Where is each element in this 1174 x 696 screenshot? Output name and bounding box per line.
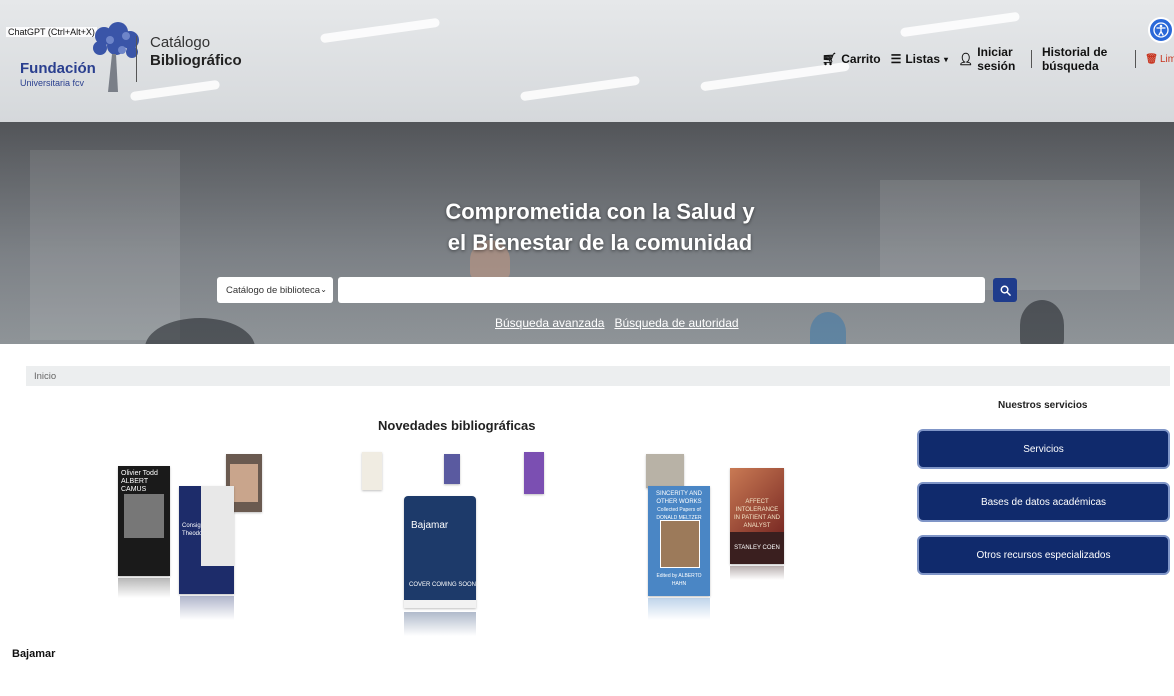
- lists-menu[interactable]: ☰ Listas ▾: [891, 52, 948, 66]
- caret-down-icon: ▾: [944, 54, 949, 64]
- search-bar: Catálogo de biblioteca ⌄: [217, 277, 1017, 303]
- logo-name: Fundación: [20, 60, 96, 77]
- search-button[interactable]: [993, 278, 1017, 302]
- services-heading: Nuestros servicios: [998, 400, 1088, 411]
- user-icon: 👤︎: [958, 52, 974, 66]
- services-button[interactable]: Servicios: [917, 429, 1170, 469]
- book-reflection: [118, 578, 170, 598]
- authority-search-link[interactable]: Búsqueda de autoridad: [614, 316, 738, 330]
- book-cover[interactable]: AFFECT INTOLERANCE IN PATIENT AND ANALYS…: [730, 468, 784, 564]
- search-input[interactable]: [338, 277, 985, 303]
- slogan-line-2: el Bienestar de la comunidad: [447, 230, 753, 255]
- book-reflection: [648, 598, 710, 620]
- lists-label: Listas: [905, 52, 941, 66]
- nav-divider: [1031, 50, 1032, 68]
- search-scope-select[interactable]: Catálogo de biblioteca ⌄: [217, 277, 333, 303]
- hero-person: [810, 312, 846, 344]
- book-cover-photo: [660, 520, 700, 568]
- hero-slogan: Comprometida con la Salud y el Bienestar…: [0, 196, 1174, 258]
- login-label: Iniciar sesión: [977, 45, 1016, 73]
- book-editor: Edited by ALBERTO HAHN: [656, 573, 702, 587]
- breadcrumb: Inicio: [26, 366, 1170, 386]
- book-cover[interactable]: [646, 454, 684, 488]
- advanced-search-link[interactable]: Búsqueda avanzada: [495, 316, 604, 330]
- search-history-link[interactable]: Historial de búsqueda: [1042, 45, 1125, 73]
- search-links: Búsqueda avanzada Búsqueda de autoridad: [495, 316, 739, 330]
- catalog-title-line2: Bibliográfico: [150, 52, 242, 69]
- top-navigation: 🛒︎ Carrito ☰ Listas ▾ 👤︎ Iniciar sesión …: [822, 45, 1174, 73]
- academic-databases-button[interactable]: Bases de datos académicas: [917, 482, 1170, 522]
- cart-link[interactable]: 🛒︎ Carrito: [822, 52, 881, 66]
- list-icon: ☰: [890, 52, 902, 66]
- new-titles-heading: Novedades bibliográficas: [378, 418, 536, 433]
- book-title: SINCERITY AND OTHER WORKS: [656, 491, 702, 505]
- cart-label: Carrito: [841, 52, 881, 66]
- logo-subtitle: Universitaria fcv: [20, 78, 85, 88]
- accessibility-button[interactable]: [1148, 17, 1174, 43]
- search-scope-value: Catálogo de biblioteca: [226, 284, 321, 296]
- book-cover[interactable]: [362, 452, 382, 490]
- book-title: Olivier Todd ALBERT CAMUS: [121, 470, 158, 493]
- breadcrumb-home-link[interactable]: Inicio: [34, 371, 56, 382]
- book-reflection: [404, 612, 476, 636]
- nav-divider: [1134, 50, 1136, 68]
- book-reflection: [730, 566, 784, 580]
- featured-book-title: Bajamar: [12, 648, 56, 660]
- hero-person: [1020, 300, 1064, 344]
- book-cover-bajamar[interactable]: Bajamar COVER COMING SOON: [404, 496, 476, 608]
- book-cover-photo: [124, 494, 164, 538]
- logo-divider: [136, 36, 137, 82]
- accessibility-icon: [1153, 22, 1169, 38]
- book-title: AFFECT INTOLERANCE IN PATIENT AND ANALYS…: [733, 499, 780, 529]
- hero-banner: ChatGPT (Ctrl+Alt+X) Fundación Universit…: [0, 0, 1174, 344]
- cover-coming-soon-label: COVER COMING SOON: [409, 582, 476, 588]
- book-cover-photo: [201, 486, 234, 566]
- book-cover[interactable]: [524, 452, 544, 494]
- search-icon: [1000, 285, 1011, 296]
- login-link[interactable]: 👤︎ Iniciar sesión: [958, 45, 1021, 73]
- clear-history-link[interactable]: 🗑︎ Limpiar: [1145, 54, 1174, 65]
- specialized-resources-button[interactable]: Otros recursos especializados: [917, 535, 1170, 575]
- slogan-line-1: Comprometida con la Salud y: [445, 199, 755, 224]
- book-cover[interactable]: Olivier Todd ALBERT CAMUS: [118, 466, 170, 576]
- book-cover[interactable]: [444, 454, 460, 484]
- book-cover[interactable]: SINCERITY AND OTHER WORKS Collected Pape…: [648, 486, 710, 596]
- book-reflection: [180, 596, 234, 620]
- book-title: Bajamar: [411, 520, 449, 531]
- catalog-title-line1: Catálogo: [150, 34, 211, 51]
- book-author: STANLEY COEN: [734, 545, 780, 551]
- book-cover-photo: [230, 464, 258, 502]
- book-cover[interactable]: Consignas Theodor Adorno: [179, 486, 234, 594]
- chevron-down-icon: ⌄: [320, 285, 327, 294]
- clear-label: Limpiar: [1160, 53, 1174, 65]
- history-label: Historial de búsqueda: [1041, 45, 1108, 73]
- cart-icon: 🛒︎: [822, 52, 838, 66]
- book-pages: [404, 599, 476, 608]
- trash-icon: 🗑︎: [1145, 53, 1158, 65]
- site-logo[interactable]: Fundación Universitaria fcv Catálogo Bib…: [20, 22, 242, 92]
